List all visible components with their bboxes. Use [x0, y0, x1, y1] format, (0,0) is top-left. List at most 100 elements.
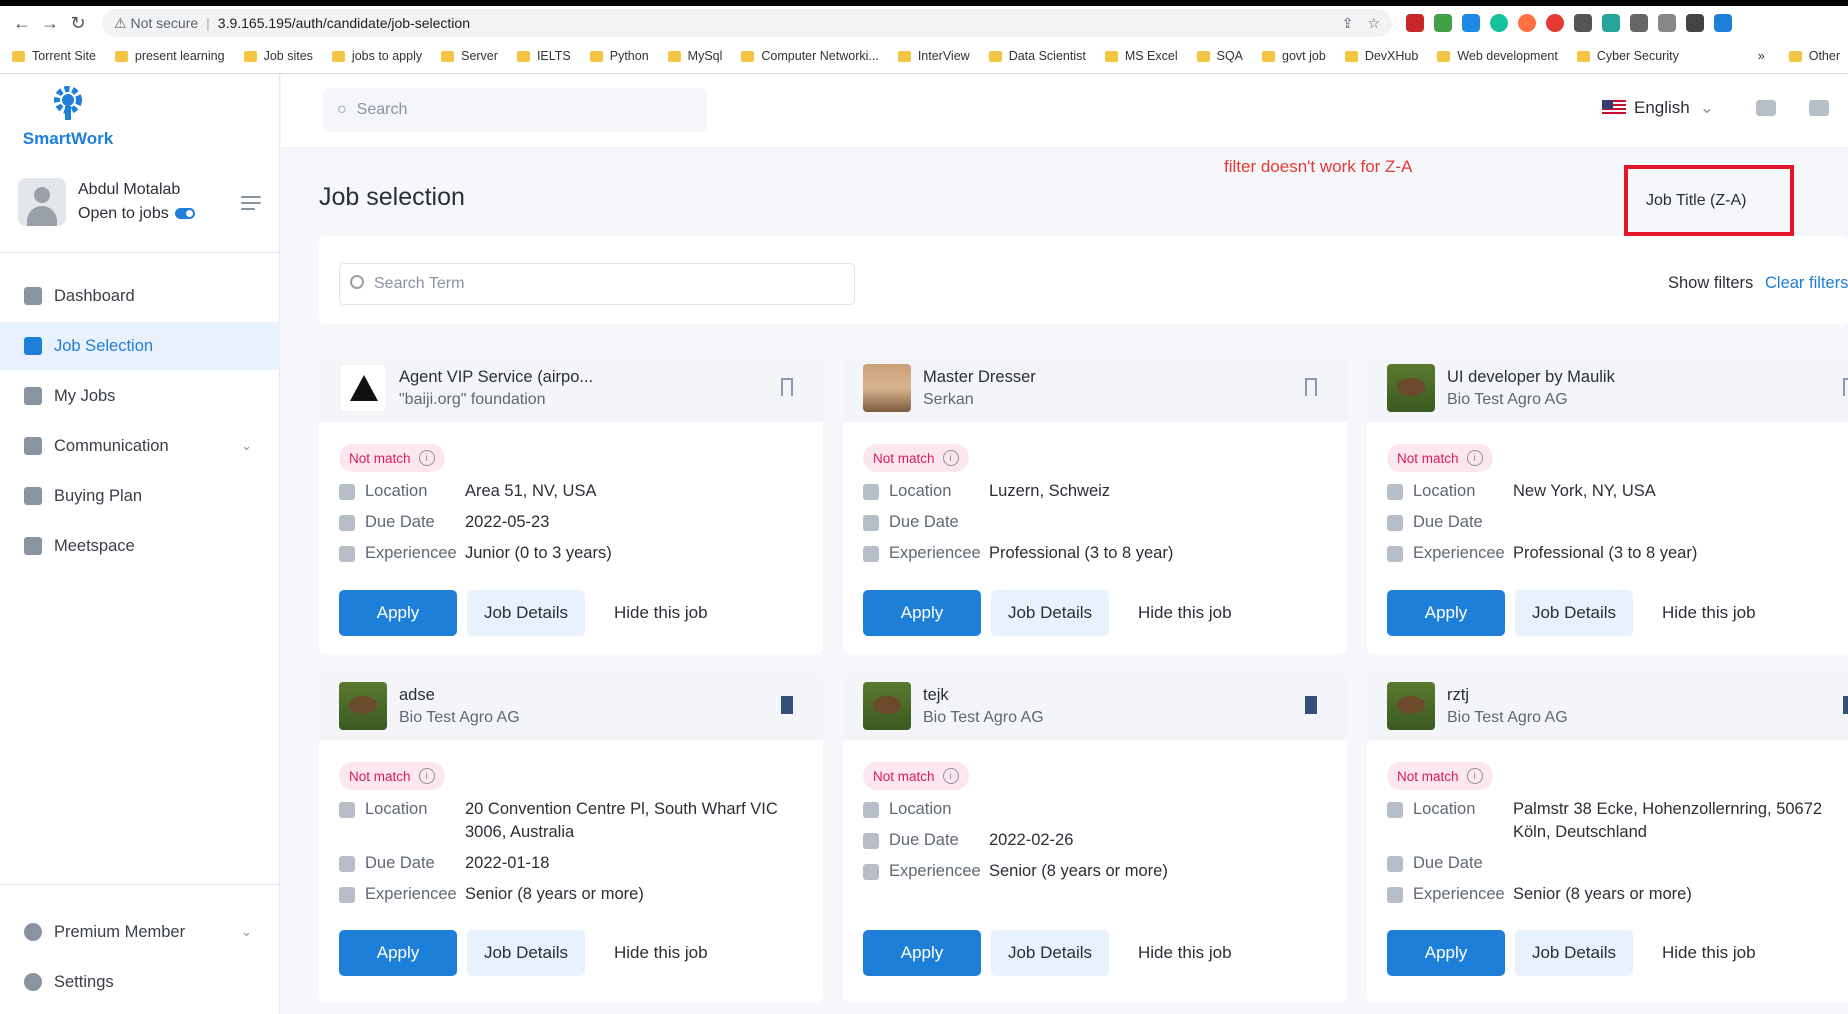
bookmark-filled-icon[interactable]	[1305, 696, 1317, 714]
job-title[interactable]: adse	[399, 686, 520, 705]
folder-icon	[897, 50, 911, 62]
hide-job-button[interactable]: Hide this job	[1662, 603, 1756, 623]
job-title[interactable]: Agent VIP Service (airpo...	[399, 368, 593, 387]
bookmark-item[interactable]: Torrent Site	[12, 49, 96, 63]
messages-icon[interactable]	[1756, 100, 1776, 116]
show-filters-button[interactable]: Show filters	[1668, 274, 1753, 293]
mouse-extension-icon[interactable]	[1574, 14, 1592, 32]
sidebar-item-meetspace[interactable]: Meetspace	[0, 522, 280, 570]
info-icon[interactable]: i	[418, 450, 435, 466]
video-icon[interactable]	[1809, 100, 1829, 116]
bookmark-item[interactable]: Cyber Security	[1576, 49, 1679, 63]
apply-button[interactable]: Apply	[339, 930, 457, 976]
grammarly-icon[interactable]	[1490, 14, 1508, 32]
job-details-button[interactable]: Job Details	[467, 590, 585, 636]
job-details-button[interactable]: Job Details	[991, 590, 1109, 636]
shield-extension-icon[interactable]	[1434, 14, 1452, 32]
address-bar[interactable]: ⚠ Not secure | 3.9.165.195/auth/candidat…	[102, 9, 1392, 37]
job-title[interactable]: rztj	[1447, 686, 1568, 705]
job-details-button[interactable]: Job Details	[1515, 590, 1633, 636]
bookmark-item[interactable]: SQA	[1196, 49, 1243, 63]
sidepanel-icon[interactable]	[1714, 14, 1732, 32]
info-icon[interactable]: i	[1466, 768, 1483, 784]
more-bookmarks-button[interactable]: »	[1758, 49, 1765, 63]
address-row: ← → ↻ ⚠ Not secure | 3.9.165.195/auth/ca…	[0, 6, 1848, 40]
info-icon[interactable]: i	[942, 768, 959, 784]
extension-icon[interactable]	[1546, 14, 1564, 32]
code-extension-icon[interactable]	[1602, 14, 1620, 32]
info-icon[interactable]: i	[418, 768, 435, 784]
hide-job-button[interactable]: Hide this job	[1138, 603, 1232, 623]
experience-value: Professional (3 to 8 year)	[1513, 544, 1698, 562]
bookmark-item[interactable]: govt job	[1262, 49, 1326, 63]
apply-button[interactable]: Apply	[1387, 590, 1505, 636]
apply-button[interactable]: Apply	[1387, 930, 1505, 976]
screenshot-icon[interactable]	[1630, 14, 1648, 32]
reload-icon[interactable]: ↻	[64, 9, 92, 37]
user-profile[interactable]: Abdul Motalab Open to jobs	[18, 174, 268, 230]
app-logo[interactable]: SmartWork	[18, 82, 118, 149]
extension-icon[interactable]	[1518, 14, 1536, 32]
apply-button[interactable]: Apply	[339, 590, 457, 636]
info-icon[interactable]: i	[942, 450, 959, 466]
job-status: Open to jobs	[78, 205, 169, 222]
bookmark-item[interactable]: MS Excel	[1104, 49, 1178, 63]
bookmark-filled-icon[interactable]	[1843, 696, 1848, 714]
sidebar-item-settings[interactable]: Settings	[0, 958, 280, 1006]
clear-filters-link[interactable]: Clear filters	[1765, 274, 1848, 293]
hide-job-button[interactable]: Hide this job	[614, 603, 708, 623]
app-header: ○ Search English ⌄	[281, 74, 1848, 148]
bookmark-item[interactable]: InterView	[897, 49, 970, 63]
bookmark-icon[interactable]	[1843, 378, 1848, 396]
calendar-extension-icon[interactable]	[1406, 14, 1424, 32]
image-extension-icon[interactable]	[1658, 14, 1676, 32]
apply-button[interactable]: Apply	[863, 930, 981, 976]
bookmark-item[interactable]: Job sites	[243, 49, 313, 63]
bookmark-item[interactable]: Data Scientist	[988, 49, 1086, 63]
sidebar-item-premium[interactable]: Premium Member ⌄	[0, 908, 280, 956]
collapse-menu-icon[interactable]	[241, 196, 261, 214]
folder-icon	[667, 50, 681, 62]
sidebar-item-dashboard[interactable]: Dashboard	[0, 272, 280, 320]
forward-icon[interactable]: →	[36, 9, 64, 37]
sidebar-item-my-jobs[interactable]: My Jobs	[0, 372, 280, 420]
bookmark-item[interactable]: MySql	[667, 49, 722, 63]
search-term-input[interactable]: Search Term	[339, 263, 855, 305]
sort-dropdown[interactable]: Job Title (Z-A)	[1624, 165, 1794, 236]
bookmark-item[interactable]: Computer Networki...	[741, 49, 879, 63]
open-to-jobs-toggle[interactable]	[174, 208, 195, 220]
job-details-button[interactable]: Job Details	[467, 930, 585, 976]
bookmark-item[interactable]: Server	[441, 49, 498, 63]
bookmark-icon[interactable]	[1305, 378, 1317, 396]
back-icon[interactable]: ←	[8, 9, 36, 37]
bookmark-item[interactable]: jobs to apply	[331, 49, 422, 63]
bookmark-item[interactable]: Web development	[1437, 49, 1558, 63]
bookmark-item[interactable]: IELTS	[516, 49, 571, 63]
language-selector[interactable]: English ⌄	[1602, 98, 1714, 118]
job-title[interactable]: UI developer by Maulik	[1447, 368, 1615, 387]
sidebar-item-communication[interactable]: Communication ⌄	[0, 422, 280, 470]
job-title[interactable]: tejk	[923, 686, 1044, 705]
hide-job-button[interactable]: Hide this job	[614, 943, 708, 963]
hide-job-button[interactable]: Hide this job	[1138, 943, 1232, 963]
job-details-button[interactable]: Job Details	[991, 930, 1109, 976]
hide-job-button[interactable]: Hide this job	[1662, 943, 1756, 963]
other-bookmarks[interactable]: Other	[1809, 49, 1840, 63]
job-title[interactable]: Master Dresser	[923, 368, 1036, 387]
search-input[interactable]: ○ Search	[323, 88, 707, 132]
share-icon[interactable]: ⇪	[1342, 15, 1354, 32]
sidebar-item-job-selection[interactable]: Job Selection	[0, 322, 280, 370]
badge-label: Not match	[1397, 768, 1459, 784]
puzzle-icon[interactable]	[1686, 14, 1704, 32]
bookmark-item[interactable]: Python	[589, 49, 649, 63]
drop-extension-icon[interactable]	[1462, 14, 1480, 32]
bookmark-item[interactable]: present learning	[114, 49, 225, 63]
star-icon[interactable]: ☆	[1367, 15, 1380, 32]
bookmark-icon[interactable]	[781, 378, 793, 396]
sidebar-item-buying-plan[interactable]: Buying Plan	[0, 472, 280, 520]
bookmark-filled-icon[interactable]	[781, 696, 793, 714]
bookmark-item[interactable]: DevXHub	[1344, 49, 1418, 63]
apply-button[interactable]: Apply	[863, 590, 981, 636]
job-details-button[interactable]: Job Details	[1515, 930, 1633, 976]
info-icon[interactable]: i	[1466, 450, 1483, 466]
